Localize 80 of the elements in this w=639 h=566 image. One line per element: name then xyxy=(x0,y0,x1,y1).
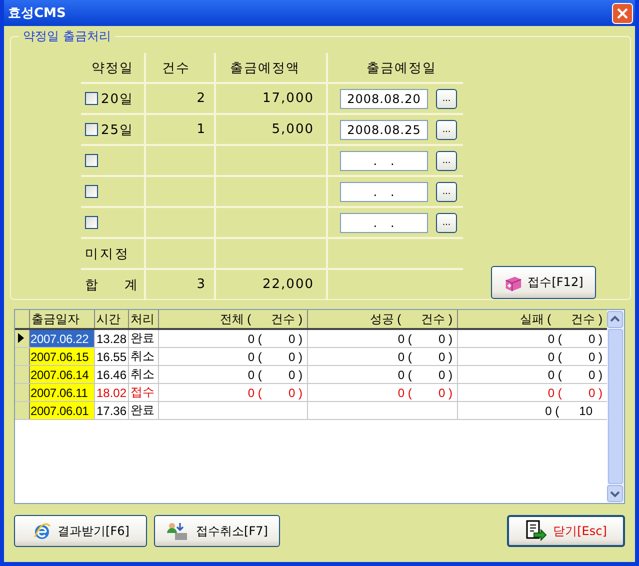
status-cell: 완료 xyxy=(128,329,158,348)
checkbox[interactable] xyxy=(85,154,98,167)
time-cell: 16.46 xyxy=(94,366,128,384)
count-cell: 0 ( 0 ) xyxy=(548,368,602,382)
status-cell: 취소 xyxy=(128,366,158,384)
status-cell: 완료 xyxy=(128,402,158,420)
checkbox[interactable] xyxy=(85,123,98,136)
time-cell: 16.55 xyxy=(94,348,128,366)
row-label: 25일 xyxy=(101,122,134,138)
checkbox[interactable] xyxy=(85,216,98,229)
column-header: 시간 xyxy=(94,310,128,329)
column-header: 성공 ( 건수 ) xyxy=(307,310,457,329)
date-picker-button[interactable]: ... xyxy=(436,88,457,108)
time-cell: 17.36 xyxy=(94,402,128,420)
receive-results-button[interactable]: 결과받기[F6] xyxy=(14,515,147,547)
column-header: 실패 ( 건수 ) xyxy=(457,310,607,329)
header-corner xyxy=(15,310,29,329)
group-title: 약정일 출금처리 xyxy=(22,28,112,45)
count-cell: 0 ( 0 ) xyxy=(248,368,302,382)
scrollbar[interactable] xyxy=(607,310,624,503)
date-cell: 2007.06.11 xyxy=(29,384,94,402)
count-cell: 0 ( 0 ) xyxy=(548,350,602,364)
count-cell: 0 ( 0 ) xyxy=(398,386,452,400)
column-header: 약정일 xyxy=(81,53,146,82)
count-cell: 0 ( 0 ) xyxy=(398,332,452,346)
scroll-down-icon[interactable] xyxy=(607,485,623,502)
count-text: 1 xyxy=(196,122,206,137)
count-text: 2 xyxy=(196,91,206,106)
cancel-submission-button[interactable]: 접수취소[F7] xyxy=(154,515,280,547)
amount-text: 17,000 xyxy=(262,91,314,106)
date-cell: 2007.06.22 xyxy=(29,329,94,348)
count-cell: 0 ( 0 ) xyxy=(398,350,452,364)
scroll-thumb[interactable] xyxy=(608,329,623,484)
window-title: 효성CMS xyxy=(8,5,66,22)
count-text: 3 xyxy=(196,277,206,292)
column-header: 출금예정액 xyxy=(216,53,328,82)
date-field[interactable]: . . xyxy=(340,212,428,232)
submit-button[interactable]: 접수[F12] xyxy=(491,266,596,299)
count-cell-text: 0 ( 10 xyxy=(545,404,594,418)
row-label: 합 계 xyxy=(85,276,140,294)
row-pointer-icon xyxy=(18,332,24,342)
date-field[interactable]: . . xyxy=(340,150,428,170)
date-picker-button[interactable]: ... xyxy=(436,212,457,232)
date-cell: 2007.06.14 xyxy=(29,366,94,384)
date-field[interactable]: . . xyxy=(340,182,428,202)
medical-box-icon xyxy=(504,274,522,292)
status-cell: 취소 xyxy=(128,348,158,366)
date-cell: 2007.06.01 xyxy=(29,402,94,420)
column-header: 건수 xyxy=(146,53,216,82)
date-picker-button[interactable]: ... xyxy=(436,150,457,170)
close-icon[interactable] xyxy=(612,2,633,24)
row-label: 미지정 xyxy=(85,246,130,262)
time-cell: 18.02 xyxy=(94,384,128,402)
count-cell: 0 ( 0 ) xyxy=(248,332,302,346)
date-picker-button[interactable]: ... xyxy=(436,120,457,140)
date-cell: 2007.06.15 xyxy=(29,348,94,366)
status-cell: 접수 xyxy=(128,384,158,402)
checkbox[interactable] xyxy=(85,185,98,198)
count-cell: 0 ( 0 ) xyxy=(548,332,602,346)
date-picker-button[interactable]: ... xyxy=(436,182,457,202)
column-header: 처리 xyxy=(128,310,158,329)
count-cell: 0 ( 0 ) xyxy=(248,350,302,364)
time-cell: 13.28 xyxy=(94,329,128,348)
scroll-up-icon[interactable] xyxy=(607,311,623,328)
column-header: 출금일자 xyxy=(29,310,94,329)
date-field[interactable]: 2008.08.20 xyxy=(340,88,428,108)
close-button[interactable]: 닫기[Esc] xyxy=(507,515,625,547)
date-field[interactable]: 2008.08.25 xyxy=(340,120,428,140)
row-label: 20일 xyxy=(101,90,134,108)
row-selector[interactable] xyxy=(15,329,29,348)
exit-document-icon xyxy=(525,520,548,542)
amount-text: 5,000 xyxy=(272,122,314,137)
count-cell: 0 ( 0 ) xyxy=(248,386,302,400)
checkbox[interactable] xyxy=(85,92,98,105)
column-header: 전체 ( 건수 ) xyxy=(158,310,307,329)
amount-text: 22,000 xyxy=(262,277,314,292)
column-header: 출금예정일 xyxy=(366,60,438,78)
globe-e-icon xyxy=(32,521,52,541)
count-cell: 0 ( 0 ) xyxy=(548,386,602,400)
count-cell: 0 ( 0 ) xyxy=(398,368,452,382)
